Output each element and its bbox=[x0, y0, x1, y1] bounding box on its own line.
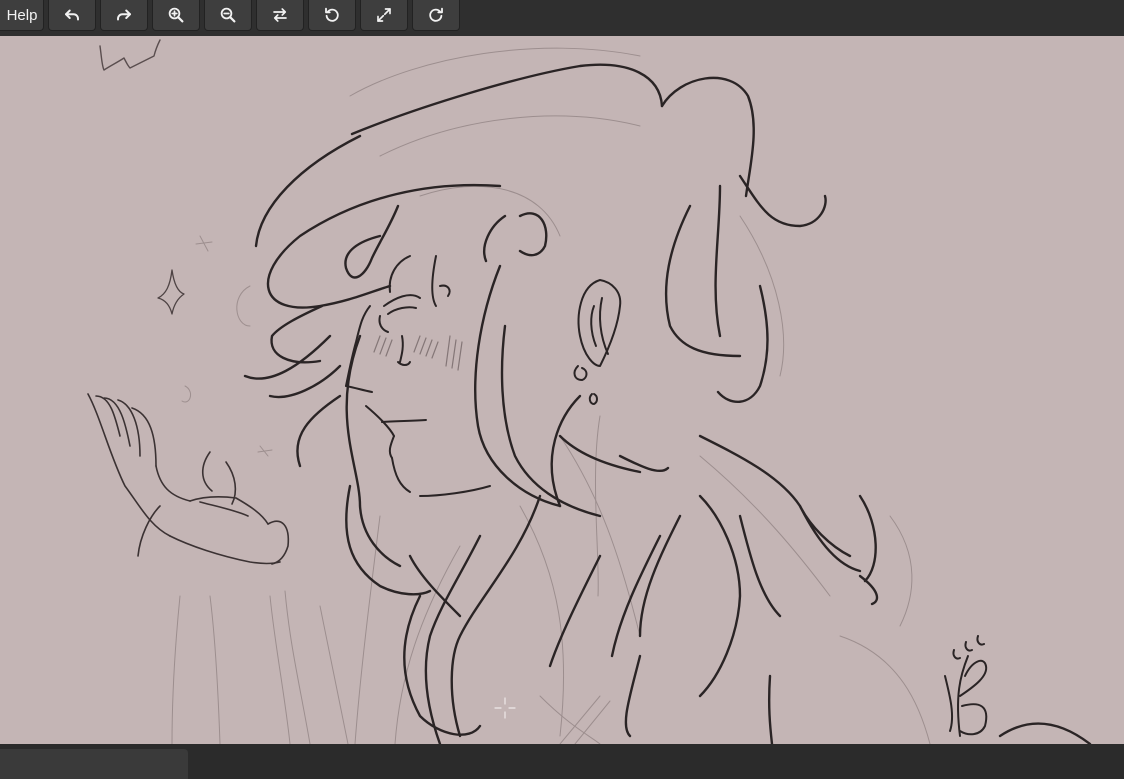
redo-button[interactable] bbox=[100, 0, 148, 31]
flip-arrows-icon bbox=[273, 8, 287, 22]
rotate-right-button[interactable] bbox=[412, 0, 460, 31]
undo-button[interactable] bbox=[48, 0, 96, 31]
fit-screen-button[interactable] bbox=[360, 0, 408, 31]
flip-button[interactable] bbox=[256, 0, 304, 31]
rotate-ccw-icon bbox=[325, 7, 339, 22]
undo-icon bbox=[65, 9, 79, 21]
drawing-canvas[interactable] bbox=[0, 36, 1124, 744]
toolbar: Help bbox=[0, 0, 1124, 36]
redo-icon bbox=[117, 9, 131, 21]
zoom-out-icon bbox=[220, 7, 236, 23]
help-button[interactable]: Help bbox=[0, 0, 44, 31]
rotate-left-button[interactable] bbox=[308, 0, 356, 31]
zoom-in-icon bbox=[168, 7, 184, 23]
zoom-out-button[interactable] bbox=[204, 0, 252, 31]
bottom-panel-tab[interactable] bbox=[0, 749, 188, 779]
zoom-in-button[interactable] bbox=[152, 0, 200, 31]
bottom-bar bbox=[0, 744, 1124, 779]
expand-icon bbox=[377, 8, 391, 22]
rotate-cw-icon bbox=[429, 7, 443, 22]
sketch-artwork bbox=[87, 39, 1092, 744]
drawing-app: Help bbox=[0, 0, 1124, 779]
